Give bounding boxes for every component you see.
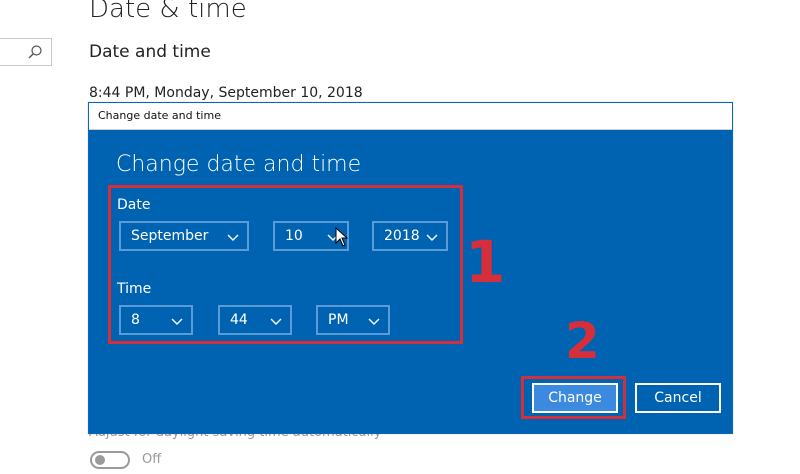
- dst-toggle-state: Off: [142, 452, 162, 467]
- annotation-box-2: [521, 376, 626, 419]
- dst-toggle[interactable]: [90, 451, 130, 469]
- annotation-box-1: [108, 185, 463, 344]
- dialog-body: Change date and time Date September 10 2…: [89, 130, 732, 433]
- search-icon: [28, 45, 42, 59]
- dialog-titlebar: Change date and time: [89, 103, 732, 130]
- current-datetime: 8:44 PM, Monday, September 10, 2018: [89, 85, 363, 101]
- search-box[interactable]: [0, 38, 52, 66]
- change-date-time-dialog: Change date and time Change date and tim…: [88, 102, 733, 434]
- toggle-knob: [95, 455, 105, 465]
- section-title: Date and time: [89, 42, 211, 62]
- annotation-step-2: 2: [565, 312, 600, 370]
- dialog-heading: Change date and time: [116, 152, 362, 177]
- cancel-button[interactable]: Cancel: [635, 383, 721, 413]
- annotation-step-1: 1: [465, 228, 506, 296]
- page-title: Date & time: [89, 0, 247, 24]
- dialog-window-title: Change date and time: [98, 109, 221, 122]
